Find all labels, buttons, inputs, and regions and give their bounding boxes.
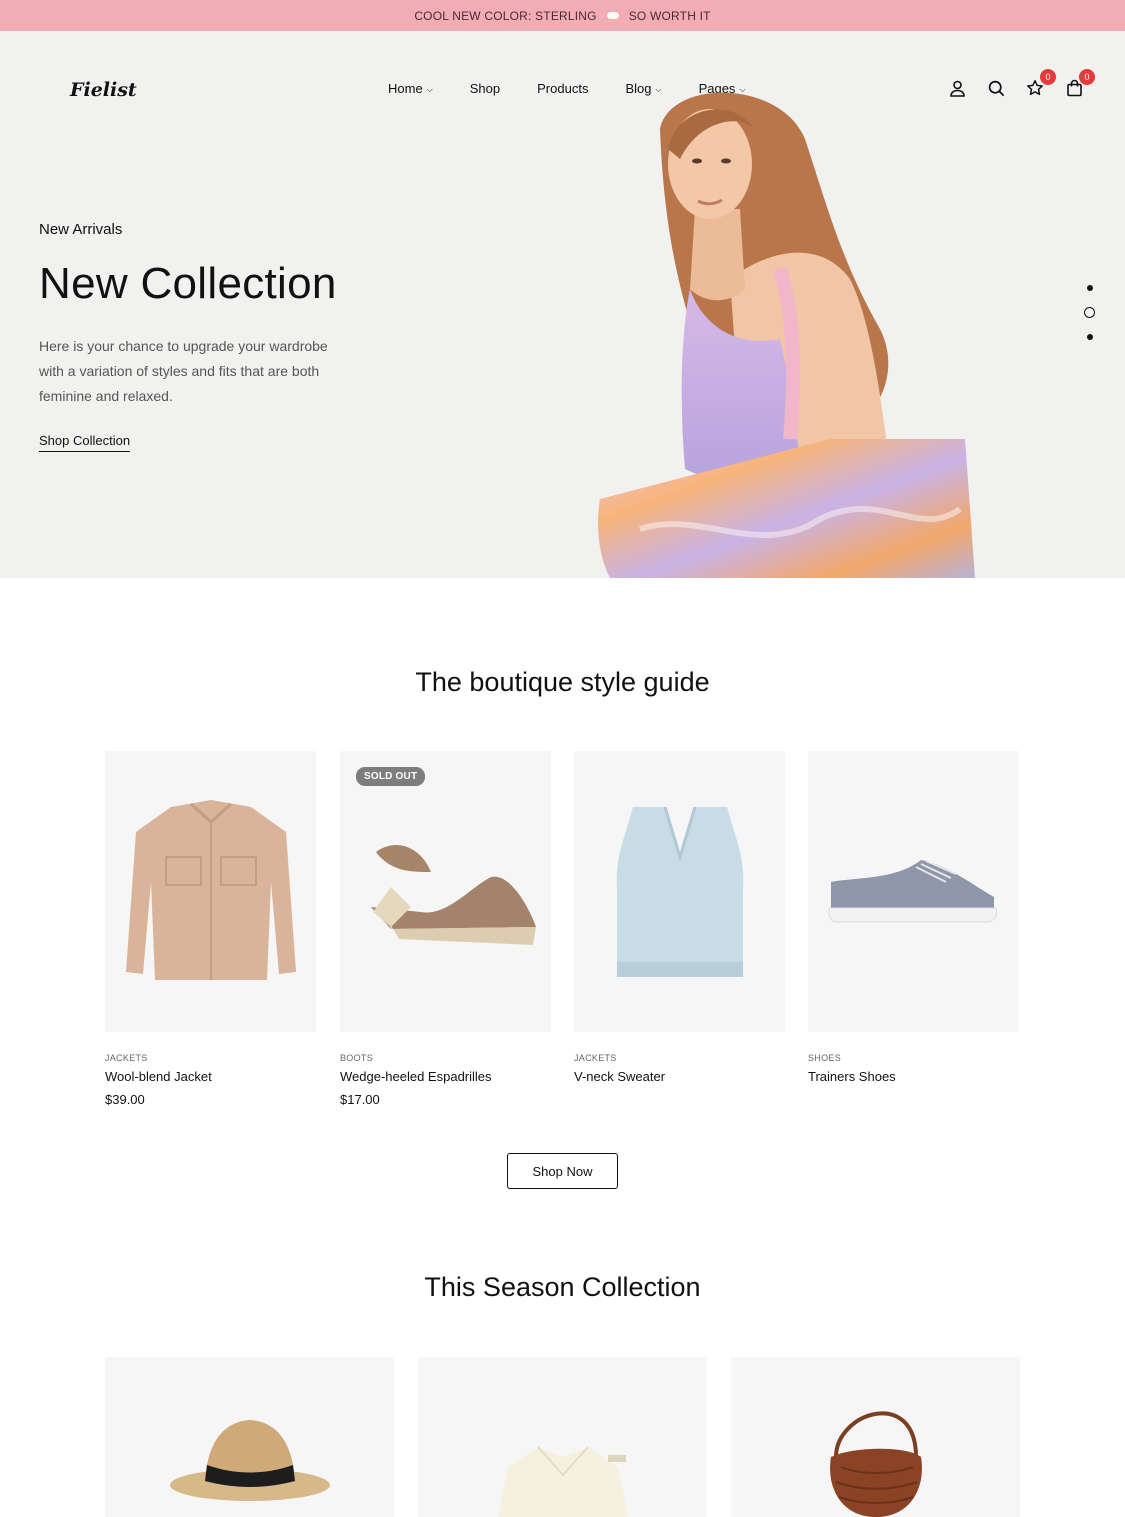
nav-item-shop[interactable]: Shop: [470, 81, 500, 96]
product-category: SHOES: [808, 1053, 842, 1063]
section-title-style-guide: The boutique style guide: [415, 667, 710, 697]
product-name[interactable]: Trainers Shoes: [808, 1069, 1019, 1084]
product-image[interactable]: [808, 751, 1019, 1032]
star-icon[interactable]: 0: [1024, 69, 1056, 99]
season-card-bag[interactable]: [731, 1357, 1020, 1517]
product-card[interactable]: SOLD OUT BOOTS Wedge-heeled Espadrilles …: [340, 751, 551, 1107]
product-name[interactable]: Wedge-heeled Espadrilles: [340, 1069, 551, 1084]
product-card[interactable]: JACKETS V-neck Sweater: [574, 751, 785, 1092]
announcement-bar: COOL NEW COLOR: STERLING SO WORTH IT: [0, 0, 1125, 31]
nav-item-home[interactable]: Home ⌵: [388, 81, 433, 96]
hero-title: New Collection: [39, 259, 337, 308]
chevron-down-icon: ⌵: [426, 84, 433, 94]
cart-count-badge: 0: [1079, 69, 1095, 85]
hero-banner: Fielist Home ⌵ Shop Products Blog ⌵ Page…: [0, 31, 1125, 578]
jacket-image: [125, 799, 296, 980]
product-category: JACKETS: [574, 1053, 617, 1063]
nav-label: Shop: [469, 81, 501, 96]
wishlist-count-badge: 0: [1040, 69, 1056, 85]
section-title-season: This Season Collection: [424, 1272, 701, 1302]
product-name[interactable]: V-neck Sweater: [574, 1069, 785, 1084]
announcement-text-secondary: SO WORTH IT: [628, 8, 711, 23]
slide-dot-1[interactable]: [1086, 285, 1093, 291]
hat-image: [169, 1420, 330, 1501]
site-logo[interactable]: Fielist: [70, 79, 137, 101]
cloud-icon: [606, 12, 619, 19]
product-price: $17.00: [340, 1092, 380, 1107]
handbag-image: [829, 1411, 922, 1517]
slide-dot-2[interactable]: [1084, 307, 1095, 318]
announcement-text: COOL NEW COLOR: STERLING: [414, 8, 597, 23]
hero-description: Here is your chance to upgrade your ward…: [39, 338, 328, 404]
espadrille-image: [370, 844, 536, 945]
slider-pagination: [1084, 277, 1095, 348]
shop-now-button[interactable]: Shop Now: [507, 1153, 618, 1189]
trainer-image: [828, 859, 997, 922]
sweater-image: [616, 806, 743, 977]
season-card-shirt[interactable]: [418, 1357, 707, 1517]
product-card[interactable]: SHOES Trainers Shoes: [808, 751, 1019, 1092]
product-category: BOOTS: [340, 1053, 374, 1063]
hero-model-image: [598, 92, 975, 578]
product-name[interactable]: Wool-blend Jacket: [105, 1069, 316, 1084]
shop-collection-link[interactable]: Shop Collection: [39, 433, 131, 452]
slide-dot-3[interactable]: [1086, 334, 1093, 340]
bag-icon[interactable]: 0: [1063, 69, 1095, 99]
product-image[interactable]: [574, 751, 785, 1032]
product-price: $39.00: [105, 1092, 145, 1107]
season-card-hat[interactable]: [105, 1357, 394, 1517]
sold-out-badge: SOLD OUT: [356, 767, 426, 786]
shirt-image: [497, 1446, 628, 1517]
product-image[interactable]: [105, 751, 316, 1032]
product-card[interactable]: JACKETS Wool-blend Jacket $39.00: [105, 751, 316, 1107]
nav-label: Home: [388, 81, 423, 96]
hero-eyebrow: New Arrivals: [39, 221, 123, 238]
product-image[interactable]: SOLD OUT: [340, 751, 551, 1032]
product-category: JACKETS: [105, 1053, 148, 1063]
